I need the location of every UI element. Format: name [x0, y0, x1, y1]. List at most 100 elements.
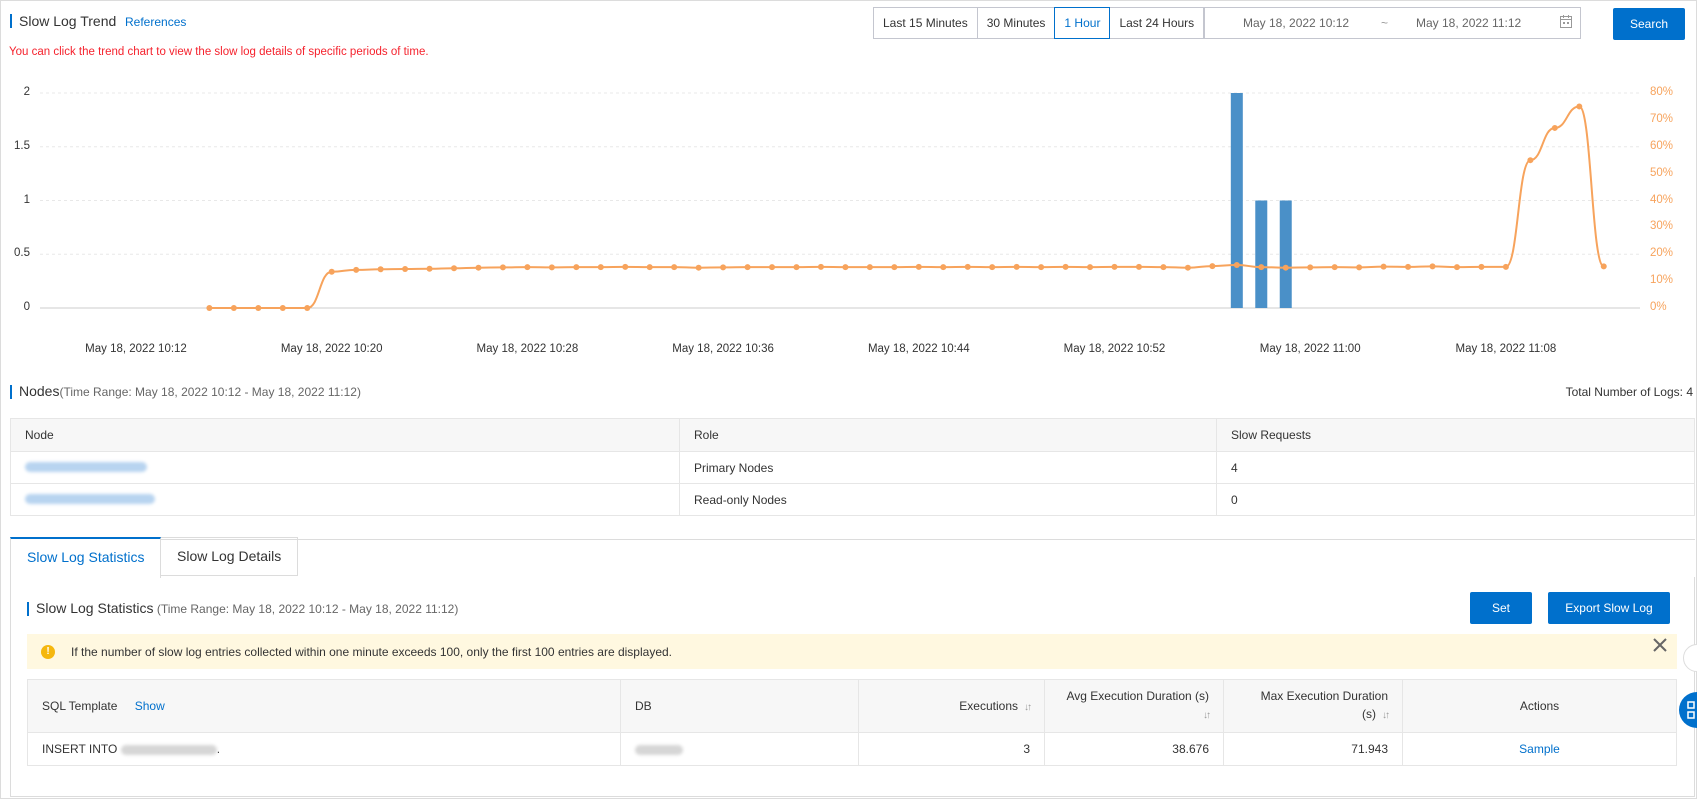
chart-point: [989, 264, 996, 271]
x-tick-label: May 18, 2022 10:44: [867, 343, 970, 355]
time-btn-24hours[interactable]: Last 24 Hours: [1110, 8, 1203, 38]
executions-label: Executions: [959, 699, 1018, 713]
stats-accent: [27, 602, 29, 616]
search-button[interactable]: Search: [1613, 8, 1685, 40]
show-link[interactable]: Show: [135, 699, 165, 713]
notice-text: If the number of slow log entries collec…: [71, 645, 673, 659]
chart-point: [1258, 264, 1265, 271]
chart-point: [891, 264, 898, 271]
executions-cell: 3: [858, 732, 1045, 766]
time-range-selector: Last 15 Minutes 30 Minutes 1 Hour Last 2…: [873, 7, 1205, 39]
col-actions: Actions: [1402, 679, 1677, 733]
chart-point: [1380, 263, 1387, 270]
nodes-table: Node Role Slow Requests Primary Nodes 4 …: [10, 418, 1695, 516]
max-duration-cell: 71.943: [1223, 732, 1403, 766]
export-slow-log-button[interactable]: Export Slow Log: [1548, 592, 1670, 624]
tab-slow-log-statistics[interactable]: Slow Log Statistics: [10, 537, 161, 578]
redacted-node-id[interactable]: [25, 461, 147, 472]
col-avg-duration[interactable]: Avg Execution Duration (s) ↓↑: [1044, 679, 1224, 733]
left-tick-label: 0: [23, 301, 30, 313]
node-role: Primary Nodes: [679, 451, 1217, 484]
col-executions[interactable]: Executions ↓↑: [858, 679, 1045, 733]
sample-link[interactable]: Sample: [1402, 732, 1677, 766]
chart-point: [1307, 264, 1314, 271]
sort-icon[interactable]: ↓↑: [1382, 707, 1390, 725]
stats-title: Slow Log Statistics: [36, 600, 154, 616]
chart-point: [1405, 263, 1412, 270]
node-role: Read-only Nodes: [679, 483, 1217, 516]
right-tick-label: 0%: [1650, 301, 1667, 313]
chart-point: [1087, 264, 1094, 271]
range-start[interactable]: May 18, 2022 10:12: [1243, 16, 1349, 30]
chart-point: [1160, 264, 1167, 271]
max-duration-label: Max Execution Duration: [1260, 689, 1388, 703]
chart-point: [1331, 264, 1338, 271]
time-btn-15min[interactable]: Last 15 Minutes: [874, 8, 978, 38]
slow-log-trend-chart[interactable]: [0, 80, 1697, 380]
table-row: Primary Nodes 4: [10, 451, 1695, 484]
stats-table: SQL Template Show DB Executions ↓↑ Avg Ex…: [27, 679, 1677, 766]
chart-point: [622, 263, 629, 270]
chart-point: [475, 264, 482, 271]
left-tick-label: 0.5: [14, 247, 30, 260]
table-row: Read-only Nodes 0: [10, 483, 1695, 516]
chart-line: [209, 105, 1605, 309]
chart-grid: [40, 92, 1640, 309]
chart-bar: [1230, 93, 1243, 308]
chart-point: [1576, 103, 1583, 110]
right-tick-label: 70%: [1650, 112, 1674, 125]
chart-point: [1038, 264, 1045, 271]
chart-bar: [1279, 200, 1292, 308]
chart-point: [1527, 157, 1534, 164]
x-tick-label: May 18, 2022 10:28: [476, 343, 579, 355]
col-sql-template: SQL Template Show: [27, 679, 621, 733]
apps-float-icon[interactable]: [1679, 692, 1697, 728]
tab-slow-log-details[interactable]: Slow Log Details: [161, 537, 298, 576]
time-btn-1hour[interactable]: 1 Hour: [1054, 7, 1111, 39]
date-range-picker[interactable]: May 18, 2022 10:12 ~ May 18, 2022 11:12: [1204, 7, 1581, 39]
chart-point: [866, 264, 873, 271]
chart-point: [769, 264, 776, 271]
close-icon[interactable]: [1651, 636, 1669, 654]
set-button[interactable]: Set: [1470, 592, 1532, 624]
chart-point: [206, 305, 213, 311]
sort-icon[interactable]: ↓↑: [1024, 702, 1032, 713]
chart-point: [230, 305, 237, 311]
max-duration-unit: (s): [1362, 707, 1376, 721]
time-btn-30min[interactable]: 30 Minutes: [978, 8, 1056, 38]
node-id-link[interactable]: [10, 451, 680, 484]
page-title: Slow Log Trend: [19, 13, 117, 29]
chart-point: [573, 264, 580, 271]
node-slow-requests: 0: [1216, 483, 1695, 516]
db-cell: [620, 732, 859, 766]
left-tick-label: 2: [23, 86, 30, 98]
calendar-icon[interactable]: [1560, 15, 1572, 31]
sort-icon[interactable]: ↓↑: [1203, 707, 1211, 725]
chart-point: [720, 264, 727, 271]
chart-bar: [1255, 200, 1268, 308]
chart-point: [451, 265, 458, 272]
node-id-link[interactable]: [10, 483, 680, 516]
x-tick-label: May 18, 2022 10:36: [672, 343, 774, 355]
chart-point: [817, 263, 824, 270]
warning-icon: !: [41, 645, 55, 659]
chart-point: [1111, 263, 1118, 270]
chart-point: [793, 264, 800, 271]
nodes-heading: Nodes(Time Range: May 18, 2022 10:12 - M…: [19, 383, 361, 399]
chart-point: [597, 264, 604, 271]
range-end[interactable]: May 18, 2022 11:12: [1416, 16, 1521, 30]
redacted-node-id[interactable]: [25, 493, 155, 504]
references-link[interactable]: References: [125, 15, 186, 29]
left-tick-label: 1.5: [14, 139, 30, 152]
col-slow-requests: Slow Requests: [1216, 418, 1695, 452]
nodes-time-range: (Time Range: May 18, 2022 10:12 - May 18…: [59, 385, 361, 399]
chart-point: [1429, 263, 1436, 270]
chart-point: [1356, 264, 1363, 271]
node-slow-requests: 4: [1216, 451, 1695, 484]
avg-duration-label: Avg Execution Duration (s): [1066, 689, 1209, 703]
col-max-duration[interactable]: Max Execution Duration (s) ↓↑: [1223, 679, 1403, 733]
col-db: DB: [620, 679, 859, 733]
chart-point: [1551, 124, 1558, 131]
chart-point: [1502, 263, 1509, 270]
chart-point: [646, 264, 653, 271]
